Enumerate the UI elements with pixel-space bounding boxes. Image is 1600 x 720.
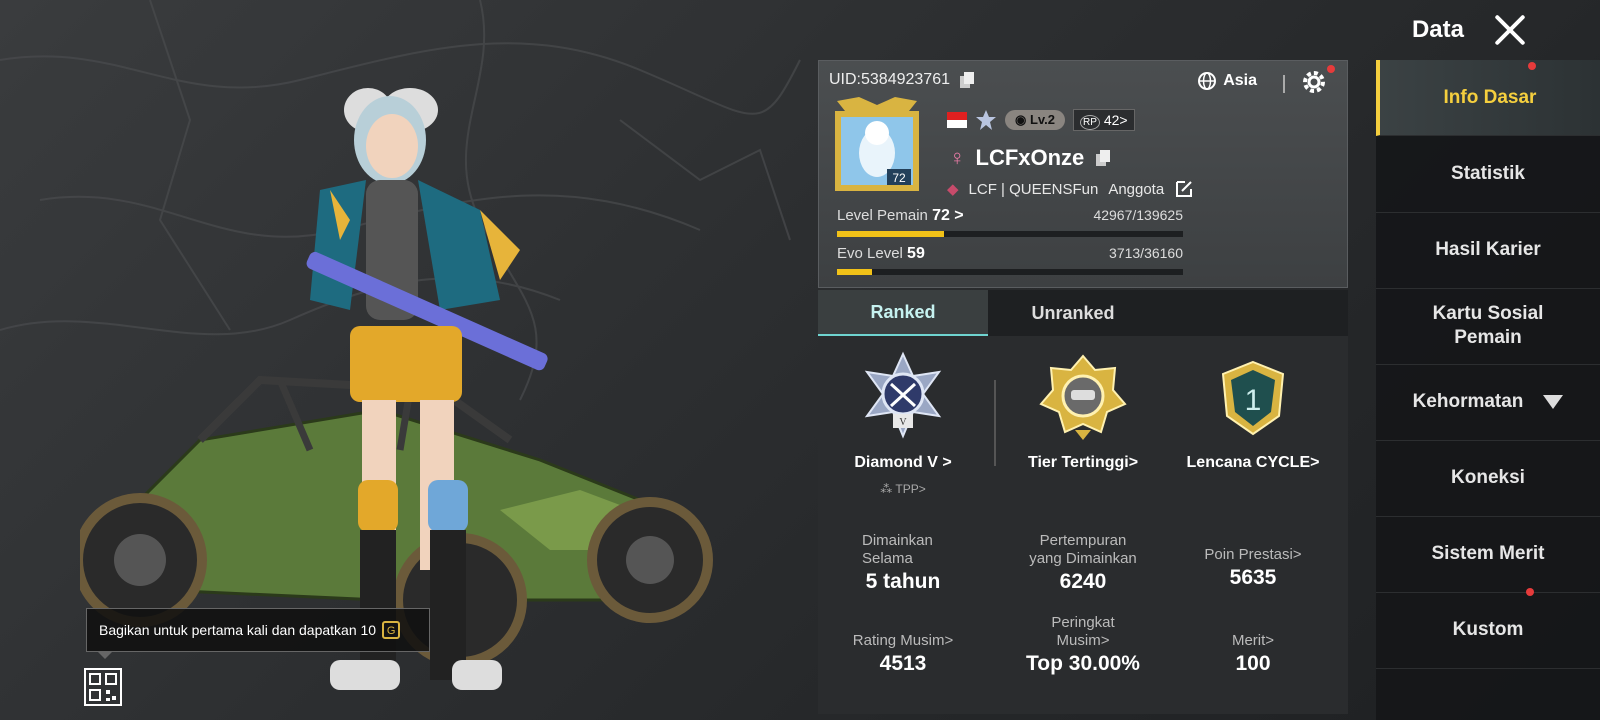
- stat-season-rating[interactable]: Rating Musim> 4513: [818, 632, 988, 676]
- stat-season-rank-value: Top 30.00%: [1026, 652, 1140, 675]
- stat-played-for-label: Dimainkan Selama: [862, 532, 933, 567]
- stat-merit-value: 100: [1235, 652, 1271, 675]
- globe-icon: [1198, 72, 1217, 90]
- side-item-info-dasar[interactable]: Info Dasar: [1376, 60, 1600, 136]
- avatar[interactable]: 72: [829, 97, 925, 193]
- copy-name-icon[interactable]: [1094, 149, 1112, 167]
- highest-tier-badge[interactable]: Tier Tertinggi>: [998, 350, 1168, 471]
- share-reward-text: Bagikan untuk pertama kali dan dapatkan …: [99, 622, 377, 638]
- close-icon[interactable]: [1492, 12, 1528, 48]
- stat-season-rating-label: Rating Musim>: [852, 632, 954, 649]
- qr-code-icon[interactable]: [84, 668, 122, 706]
- side-item-kartu-sosial[interactable]: Kartu Sosial Pemain: [1376, 288, 1600, 365]
- cycle-badge[interactable]: 1 Lencana CYCLE>: [1168, 350, 1338, 471]
- stat-season-rank[interactable]: Peringkat Musim> Top 30.00%: [998, 614, 1168, 676]
- indonesia-flag-icon: [947, 112, 967, 128]
- chevron-down-icon: [1543, 395, 1564, 409]
- evo-level-label: Evo Level 59: [837, 245, 925, 262]
- side-item-hasil-karier[interactable]: Hasil Karier: [1376, 212, 1600, 289]
- clan-emblem-icon: ◆: [947, 181, 959, 198]
- player-name-row: ♀ LCFxOnze: [949, 145, 1112, 171]
- highest-tier-icon: [1039, 354, 1127, 440]
- rp-icon: RP: [1080, 115, 1100, 130]
- page-title: Data: [1411, 16, 1464, 43]
- rp-badge[interactable]: RP 42>: [1073, 109, 1135, 131]
- player-level-value: 72 >: [932, 207, 964, 224]
- player-badges-row: ◉ Lv.2 RP 42>: [947, 109, 1135, 131]
- uid-row: UID:5384923761: [829, 71, 976, 89]
- diamond-tier-icon: V: [864, 351, 942, 439]
- stat-matches-value: 6240: [1059, 570, 1107, 593]
- coin-icon: G: [382, 621, 401, 639]
- stat-played-for: Dimainkan Selama 5 tahun: [818, 532, 988, 594]
- cycle-label: Lencana CYCLE>: [1186, 454, 1320, 471]
- stats-panel: Ranked Unranked V Diamond V > ⁂ TPP> Tie…: [818, 290, 1348, 714]
- side-item-koneksi[interactable]: Koneksi: [1376, 440, 1600, 517]
- tier-label: Diamond V >: [854, 454, 952, 471]
- copy-icon[interactable]: [958, 71, 976, 89]
- uid-text: UID:5384923761: [829, 71, 950, 88]
- tab-ranked[interactable]: Ranked: [818, 290, 988, 336]
- tier-roman: V: [899, 417, 907, 428]
- rp-value: 42>: [1103, 112, 1128, 128]
- rank-emblem-icon: [976, 110, 996, 130]
- level-badge[interactable]: ◉ Lv.2: [1005, 110, 1066, 130]
- stat-achievement-label: Poin Prestasi>: [1204, 546, 1302, 563]
- stat-season-rating-value: 4513: [879, 652, 927, 675]
- clan-row: ◆ LCF | QUEENSFun Anggota: [947, 179, 1194, 199]
- side-item-sistem-merit[interactable]: Sistem Merit: [1376, 516, 1600, 593]
- stat-achievement[interactable]: Poin Prestasi> 5635: [1168, 546, 1338, 590]
- side-item-kehormatan[interactable]: Kehormatan: [1376, 364, 1600, 441]
- cycle-shield-icon: 1: [1221, 360, 1285, 436]
- side-item-statistik[interactable]: Statistik: [1376, 136, 1600, 213]
- evo-level-fill: [837, 269, 872, 275]
- clock-icon: ◉: [1015, 112, 1027, 127]
- tab-unranked[interactable]: Unranked: [988, 290, 1158, 336]
- profile-card: UID:5384923761 Asia 72 ◉ Lv.2 RP 42> ♀ L…: [818, 60, 1348, 288]
- player-level-label: Level Pemain 72 >: [837, 207, 964, 224]
- player-xp: 42967/139625: [1093, 207, 1183, 223]
- player-name: LCFxOnze: [975, 145, 1085, 170]
- highest-tier-label: Tier Tertinggi>: [1027, 454, 1139, 471]
- clan-role: Anggota: [1108, 180, 1165, 198]
- player-level-fill: [837, 231, 945, 237]
- stat-season-rank-label: Peringkat Musim>: [1051, 614, 1115, 649]
- rank-badges: V Diamond V > ⁂ TPP> Tier Tertinggi> 1 L…: [818, 350, 1348, 500]
- clan-name[interactable]: LCF | QUEENSFun: [969, 181, 1099, 198]
- mode-tabs: Ranked Unranked: [818, 290, 1348, 336]
- current-tier-badge[interactable]: V Diamond V > ⁂ TPP>: [818, 350, 988, 496]
- region-selector[interactable]: Asia: [1197, 71, 1257, 91]
- tier-mode[interactable]: ⁂ TPP>: [818, 482, 988, 496]
- female-icon: ♀: [949, 145, 966, 170]
- evo-xp: 3713/36160: [1109, 245, 1183, 261]
- side-menu: Info Dasar Statistik Hasil Karier Kartu …: [1376, 60, 1600, 720]
- stat-matches: Pertempuran yang Dimainkan 6240: [998, 532, 1168, 594]
- squad-icon: ⁂: [880, 482, 893, 496]
- header-divider: [1283, 75, 1285, 93]
- avatar-level: 72: [892, 171, 906, 185]
- notification-dot: [1327, 65, 1335, 73]
- side-item-kustom[interactable]: Kustom: [1376, 592, 1600, 669]
- stat-achievement-value: 5635: [1229, 566, 1277, 589]
- share-reward-tooltip[interactable]: Bagikan untuk pertama kali dan dapatkan …: [86, 608, 430, 659]
- evo-level-row: Evo Level 59 3713/36160: [837, 245, 1183, 275]
- badge-divider: [994, 380, 996, 466]
- gear-icon[interactable]: [1301, 69, 1327, 95]
- edit-icon[interactable]: [1174, 179, 1194, 199]
- stat-merit-label: Merit>: [1231, 632, 1275, 649]
- player-level-bar: [837, 231, 1183, 237]
- stat-merit[interactable]: Merit> 100: [1168, 632, 1338, 676]
- level-badge-text: Lv.2: [1029, 112, 1056, 127]
- stat-played-for-value: 5 tahun: [865, 570, 941, 593]
- stat-matches-label: Pertempuran yang Dimainkan: [1029, 532, 1137, 567]
- evo-level-value: 59: [907, 245, 925, 262]
- player-level-row[interactable]: Level Pemain 72 > 42967/139625: [837, 207, 1183, 237]
- top-bar: Data: [1412, 12, 1528, 48]
- info-dasar-notification-dot: [1528, 62, 1536, 70]
- cycle-number: 1: [1245, 384, 1262, 417]
- kustom-notification-dot: [1526, 588, 1534, 596]
- evo-level-bar: [837, 269, 1183, 275]
- region-label: Asia: [1223, 72, 1257, 89]
